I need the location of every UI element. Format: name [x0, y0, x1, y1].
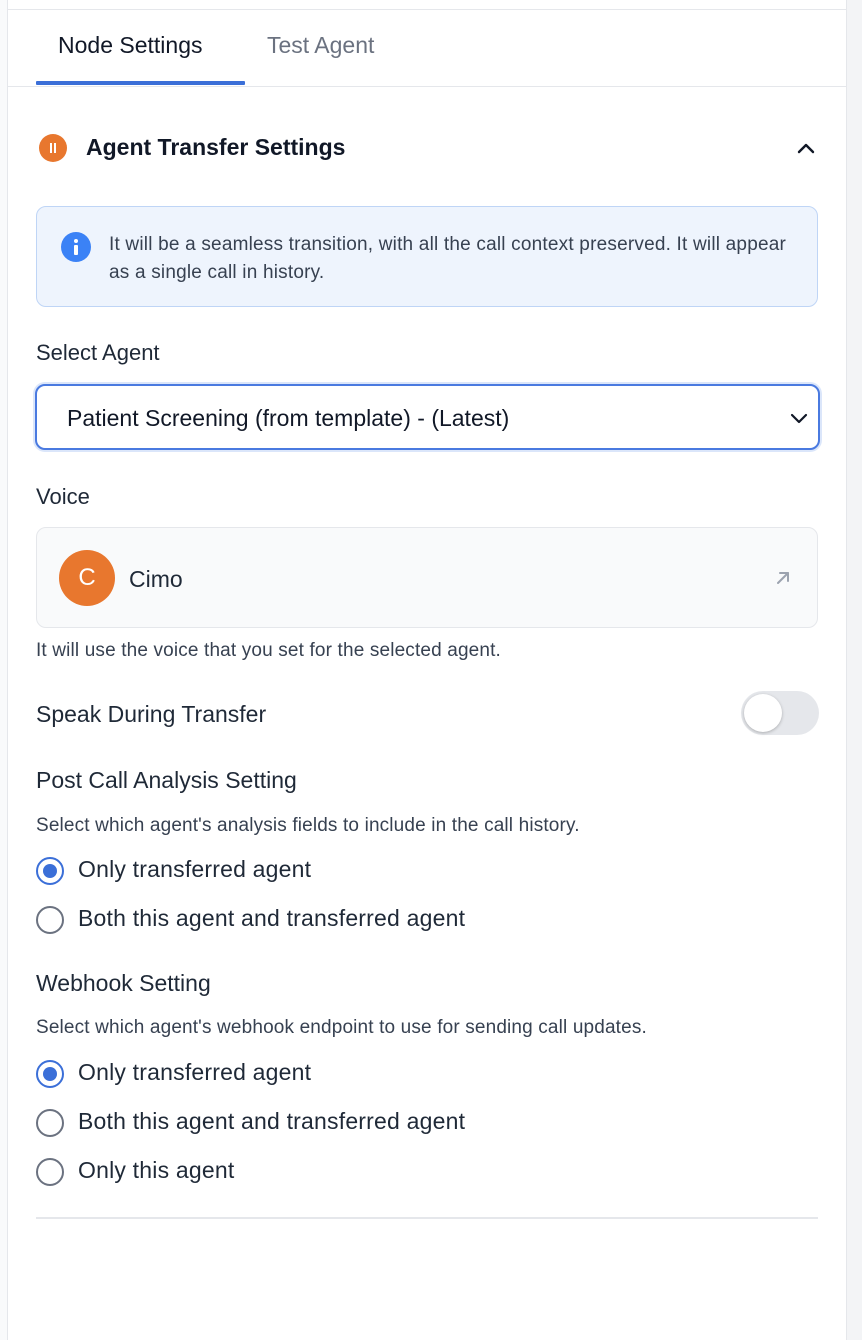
radio-label: Only this agent [78, 1157, 235, 1183]
voice-avatar: C [59, 550, 115, 606]
chevron-down-icon [790, 413, 808, 424]
agent-select-value: Patient Screening (from template) - (Lat… [67, 405, 510, 431]
agent-select[interactable]: Patient Screening (from template) - (Lat… [35, 384, 820, 450]
radio-button[interactable] [36, 857, 64, 885]
info-callout: It will be a seamless transition, with a… [36, 206, 818, 307]
chevron-up-icon[interactable] [794, 138, 818, 158]
select-agent-label: Select Agent [36, 340, 160, 365]
active-tab-indicator [36, 81, 245, 85]
info-icon [61, 232, 91, 262]
voice-label: Voice [36, 484, 90, 509]
tab-node-settings[interactable]: Node Settings [58, 32, 202, 59]
pause-circle-icon [39, 134, 67, 162]
agent-transfer-settings-header[interactable]: Agent Transfer Settings [36, 132, 818, 164]
radio-button[interactable] [36, 1158, 64, 1186]
webhook-setting-title: Webhook Setting [36, 970, 211, 996]
post-call-analysis-title: Post Call Analysis Setting [36, 767, 297, 793]
tab-bar: Node Settings Test Agent [8, 10, 846, 87]
radio-label: Both this agent and transferred agent [78, 1108, 466, 1134]
radio-button[interactable] [36, 906, 64, 934]
voice-card[interactable]: C Cimo [36, 527, 818, 628]
external-link-arrow-icon[interactable] [773, 568, 793, 588]
radio-label: Only transferred agent [78, 856, 312, 882]
tab-test-agent[interactable]: Test Agent [267, 32, 374, 59]
top-border [8, 0, 846, 10]
voice-helper-text: It will use the voice that you set for t… [36, 640, 501, 661]
radio-button[interactable] [36, 1060, 64, 1088]
info-text: It will be a seamless transition, with a… [109, 234, 787, 283]
voice-name: Cimo [129, 566, 183, 592]
right-scrollbar-track[interactable] [846, 0, 862, 1340]
radio-label: Both this agent and transferred agent [78, 905, 466, 931]
node-settings-panel: Node Settings Test Agent Agent Transfer … [8, 10, 846, 1340]
speak-during-transfer-toggle[interactable] [741, 691, 819, 735]
speak-during-transfer-label: Speak During Transfer [36, 701, 267, 727]
post-call-analysis-description: Select which agent's analysis fields to … [36, 815, 580, 836]
toggle-knob [744, 694, 782, 732]
left-frame-edge [0, 0, 8, 1340]
section-title: Agent Transfer Settings [86, 134, 346, 160]
webhook-setting-description: Select which agent's webhook endpoint to… [36, 1017, 647, 1038]
radio-label: Only transferred agent [78, 1059, 312, 1085]
radio-button[interactable] [36, 1109, 64, 1137]
section-divider [36, 1217, 818, 1219]
